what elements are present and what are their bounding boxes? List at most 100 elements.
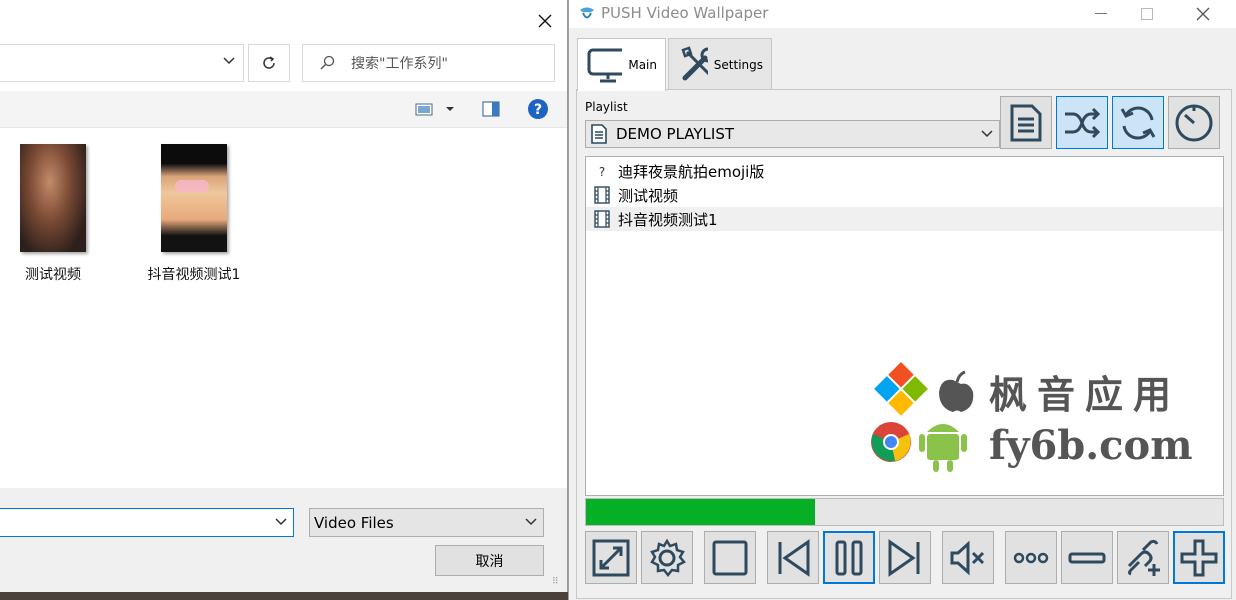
- close-icon: [538, 14, 552, 28]
- gear-icon: [650, 538, 686, 577]
- playlist-items: ? 迪拜夜景航拍emoji版 测试视频 抖音视频测试1 枫音应用 fy6b.co…: [585, 156, 1224, 496]
- link-add-icon: [1127, 539, 1160, 576]
- help-icon: ?: [528, 99, 548, 119]
- cancel-button[interactable]: 取消: [435, 545, 544, 576]
- window-title: PUSH Video Wallpaper: [601, 4, 769, 22]
- preview-pane-button[interactable]: [482, 101, 500, 121]
- question-icon: ?: [592, 161, 612, 181]
- chevron-down-icon: [275, 518, 287, 526]
- tab-label: Main: [628, 58, 657, 72]
- tools-icon: [681, 45, 708, 80]
- pause-icon: [835, 540, 863, 575]
- previous-button[interactable]: [767, 531, 819, 584]
- file-item[interactable]: 测试视频: [0, 144, 108, 284]
- timer-icon: [1175, 104, 1213, 141]
- shuffle-icon: [1065, 107, 1101, 138]
- chevron-down-icon: [223, 57, 235, 65]
- chevron-down-icon: [525, 518, 537, 526]
- playlist-editor-button[interactable]: [1000, 96, 1052, 149]
- progress-fill: [586, 499, 816, 525]
- svg-text:?: ?: [599, 165, 605, 178]
- file-open-dialog: 搜索"工作系列" ? 测试视频 抖音视频测试1 Video Files 取消 ⠿: [0, 0, 568, 592]
- dialog-footer: Video Files 取消 ⠿: [0, 488, 567, 592]
- minus-icon: [1068, 552, 1106, 563]
- window-body: Main Settings Playlist DEMO PLAYLIST ? 迪…: [573, 28, 1233, 600]
- playlist-value: DEMO PLAYLIST: [616, 125, 735, 143]
- refresh-button[interactable]: [248, 44, 290, 82]
- refresh-icon: [263, 56, 275, 69]
- more-options-button[interactable]: [1005, 531, 1057, 584]
- list-item-selected[interactable]: 抖音视频测试1: [586, 207, 1223, 231]
- skip-next-icon: [888, 538, 920, 577]
- list-item-name: 抖音视频测试1: [618, 210, 718, 229]
- search-placeholder: 搜索"工作系列": [351, 56, 448, 72]
- shuffle-toggle[interactable]: [1056, 96, 1108, 149]
- file-name-input[interactable]: [0, 508, 294, 537]
- main-pane: Playlist DEMO PLAYLIST ? 迪拜夜景航拍emoji版 测试…: [576, 89, 1232, 599]
- mute-button[interactable]: [942, 531, 994, 584]
- file-item[interactable]: 抖音视频测试1: [139, 144, 249, 284]
- pause-button[interactable]: [823, 531, 875, 584]
- add-url-button[interactable]: [1117, 531, 1169, 584]
- fullscreen-button[interactable]: [585, 531, 637, 584]
- tab-label: Settings: [713, 57, 763, 72]
- film-icon: [592, 185, 612, 205]
- file-type-value: Video Files: [314, 513, 394, 532]
- playback-progress-bar[interactable]: [585, 498, 1224, 526]
- close-icon: [1196, 7, 1210, 21]
- stop-icon: [712, 540, 748, 575]
- view-icon: [415, 103, 454, 116]
- watermark-logos-icon: [871, 362, 974, 472]
- film-icon: [592, 209, 612, 229]
- search-box[interactable]: 搜索"工作系列": [302, 44, 555, 82]
- next-button[interactable]: [879, 531, 931, 584]
- title-bar: PUSH Video Wallpaper: [569, 0, 1236, 28]
- document-icon: [591, 124, 607, 144]
- playlist-label: Playlist: [585, 100, 628, 114]
- stop-button[interactable]: [704, 531, 756, 584]
- remove-item-button[interactable]: [1061, 531, 1113, 584]
- help-button[interactable]: ?: [527, 98, 549, 124]
- search-icon: [320, 55, 335, 70]
- tab-settings[interactable]: Settings: [668, 38, 772, 90]
- repeat-icon: [1120, 105, 1156, 140]
- watermark-text-url: fy6b.com: [989, 422, 1193, 469]
- watermark: 枫音应用 fy6b.com: [871, 362, 1201, 477]
- more-icon: [1013, 552, 1049, 563]
- repeat-toggle[interactable]: [1112, 96, 1164, 149]
- preview-pane-icon: [482, 101, 500, 117]
- minimize-icon: [1095, 13, 1107, 14]
- add-file-button[interactable]: [1173, 531, 1225, 584]
- file-name: 测试视频: [25, 267, 81, 283]
- list-item-name: 测试视频: [618, 186, 679, 205]
- tab-main[interactable]: Main: [577, 38, 666, 91]
- maximize-button[interactable]: [1124, 0, 1170, 28]
- push-video-wallpaper-window: PUSH Video Wallpaper Main Settings Playl…: [568, 0, 1236, 600]
- file-name: 抖音视频测试1: [147, 267, 241, 283]
- video-thumbnail: [20, 144, 86, 252]
- window-close-button[interactable]: [1180, 0, 1226, 28]
- timer-button[interactable]: [1168, 96, 1220, 149]
- file-list: 测试视频 抖音视频测试1: [0, 128, 567, 488]
- playlist-select[interactable]: DEMO PLAYLIST: [585, 120, 1000, 148]
- list-item-name: 迪拜夜景航拍emoji版: [618, 162, 765, 181]
- expand-icon: [592, 539, 630, 576]
- list-item[interactable]: ? 迪拜夜景航拍emoji版: [586, 159, 1223, 183]
- app-logo-icon: [580, 7, 594, 19]
- view-options-button[interactable]: [415, 101, 455, 121]
- document-icon: [1010, 104, 1042, 141]
- dialog-close-button[interactable]: [530, 8, 560, 34]
- chevron-down-icon: [981, 130, 993, 138]
- file-type-select[interactable]: Video Files: [309, 508, 544, 537]
- address-bar[interactable]: [0, 44, 244, 82]
- settings-button[interactable]: [641, 531, 693, 584]
- svg-text:?: ?: [534, 102, 542, 118]
- plus-icon: [1180, 539, 1218, 576]
- skip-previous-icon: [778, 538, 810, 577]
- maximize-icon: [1141, 8, 1153, 20]
- list-item[interactable]: 测试视频: [586, 183, 1223, 207]
- minimize-button[interactable]: [1078, 0, 1124, 28]
- resize-grip[interactable]: ⠿: [552, 578, 564, 590]
- dialog-toolbar: ?: [0, 91, 567, 128]
- watermark-text-cn: 枫音应用: [989, 372, 1182, 417]
